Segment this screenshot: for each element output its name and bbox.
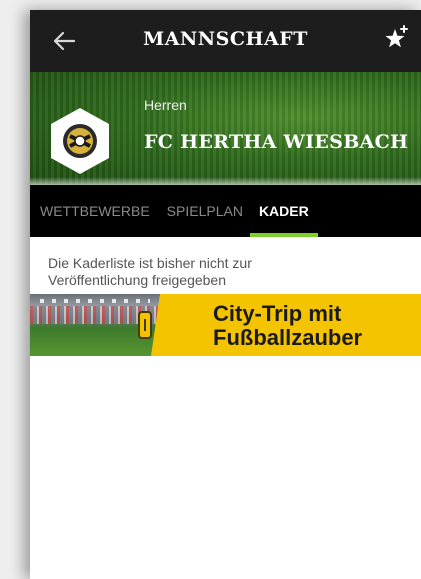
ad-banner[interactable]: City-Trip mit Fußballzauber [30,294,421,356]
ad-text: City-Trip mit Fußballzauber [213,302,362,350]
notice-line-2: Veröffentlichung freigegeben [48,272,226,288]
tab-spielplan[interactable]: SPIELPLAN [167,185,243,237]
ticket-icon [138,311,152,339]
tab-kader[interactable]: KADER [249,185,318,237]
team-name: FC HERTHA WIESBACH [144,131,409,153]
squad-notice: Die Kaderliste ist bisher nicht zur Verö… [30,237,421,294]
club-crest-icon [51,108,109,174]
ad-line-1: City-Trip mit [213,301,342,326]
tab-wettbewerbe[interactable]: WETTBEWERBE [40,185,150,237]
app-bar: MANNSCHAFT [30,10,421,72]
team-header: Herren FC HERTHA WIESBACH [30,72,421,185]
notice-line-1: Die Kaderliste ist bisher nicht zur [48,255,252,271]
ad-line-2: Fußballzauber [213,325,363,350]
team-category: Herren [144,97,187,113]
star-plus-icon[interactable] [381,23,411,53]
page-title: MANNSCHAFT [143,28,308,50]
app-screen: MANNSCHAFT Herren FC HERTHA WIESBACH WET… [30,10,421,579]
tab-bar: WETTBEWERBE SPIELPLAN KADER [30,185,421,237]
